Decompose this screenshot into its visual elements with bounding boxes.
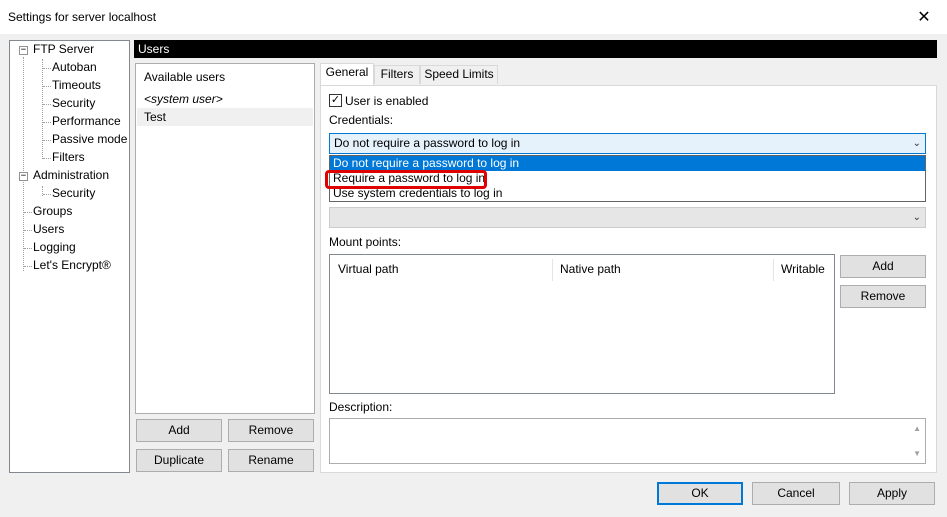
tree-item-lets-encrypt[interactable]: Let's Encrypt®: [33, 257, 111, 274]
description-label: Description:: [329, 400, 393, 414]
tree-item-label: Let's Encrypt®: [33, 258, 111, 272]
tree-item-passive-mode[interactable]: Passive mode: [52, 131, 127, 148]
close-icon[interactable]: ✕: [901, 0, 947, 34]
tree-connector: [43, 194, 51, 195]
section-header: Users: [134, 40, 937, 58]
chevron-down-icon: ⌄: [912, 212, 921, 223]
credentials-value: Do not require a password to log in: [334, 136, 521, 150]
mount-points-list[interactable]: Virtual path Native path Writable: [329, 254, 835, 394]
description-textarea[interactable]: ▲ ▼: [329, 418, 926, 464]
user-enabled-label: User is enabled: [345, 94, 429, 108]
tree-item-filters[interactable]: Filters: [52, 149, 85, 166]
tree-item-logging[interactable]: Logging: [33, 239, 76, 256]
window-title: Settings for server localhost: [8, 10, 157, 24]
tree-connector: [24, 230, 32, 231]
tree-item-security[interactable]: Security: [52, 95, 95, 112]
column-header-native-path[interactable]: Native path: [553, 259, 774, 281]
add-user-button[interactable]: Add: [136, 419, 222, 442]
secondary-select[interactable]: ⌄: [329, 207, 926, 228]
tree-item-autoban[interactable]: Autoban: [52, 59, 97, 76]
mount-points-label: Mount points:: [329, 235, 402, 249]
ok-button[interactable]: OK: [657, 482, 743, 505]
rename-user-button[interactable]: Rename: [228, 449, 314, 472]
tree-item-label: Administration: [33, 168, 110, 182]
tree-connector: [24, 266, 32, 267]
credentials-select[interactable]: Do not require a password to log in ⌄: [329, 133, 926, 154]
tree-item-timeouts[interactable]: Timeouts: [52, 77, 101, 94]
tree-item-groups[interactable]: Groups: [33, 203, 72, 220]
tree-connector: [24, 212, 32, 213]
tree-item-label: Autoban: [52, 60, 97, 74]
chevron-down-icon: ⌄: [912, 138, 921, 149]
tree-connector: [43, 104, 51, 105]
tree-connector: [43, 68, 51, 69]
tab-general[interactable]: General: [320, 63, 374, 85]
tree-item-label: Timeouts: [52, 78, 101, 92]
mount-remove-button[interactable]: Remove: [840, 285, 926, 308]
tree-connector: [43, 140, 51, 141]
tree-item-label: Security: [52, 96, 96, 110]
collapse-icon[interactable]: −: [19, 172, 28, 181]
tree-connector: [24, 248, 32, 249]
tree-item-ftp-server[interactable]: FTP Server: [33, 41, 94, 58]
tree-item-performance[interactable]: Performance: [52, 113, 121, 130]
list-header: Available users: [144, 70, 226, 84]
title-bar: Settings for server localhost ✕: [0, 0, 947, 34]
tree-connector: [43, 86, 51, 87]
tree-item-label: Security: [52, 186, 96, 200]
tree-connector: [23, 57, 24, 271]
scroll-down-icon[interactable]: ▼: [913, 449, 921, 458]
tree-item-admin-security[interactable]: Security: [52, 185, 95, 202]
cancel-button[interactable]: Cancel: [752, 482, 840, 505]
tree-item-label: Performance: [52, 114, 121, 128]
tree-item-administration[interactable]: Administration: [33, 167, 109, 184]
tree-item-label: Users: [33, 222, 65, 236]
highlight-annotation: [325, 170, 487, 189]
tree-connector: [43, 122, 51, 123]
tree-item-users[interactable]: Users: [33, 221, 65, 238]
tree-connector: [42, 59, 43, 159]
column-header-virtual-path[interactable]: Virtual path: [331, 259, 553, 281]
tree-item-label: Groups: [33, 204, 73, 218]
dropdown-option-no-password[interactable]: Do not require a password to log in: [330, 156, 925, 171]
users-list[interactable]: Available users <system user> Test: [135, 63, 315, 414]
tree-item-label: Logging: [33, 240, 76, 254]
scroll-up-icon[interactable]: ▲: [913, 424, 921, 433]
user-enabled-checkbox[interactable]: ✓: [329, 94, 342, 107]
collapse-icon[interactable]: −: [19, 46, 28, 55]
settings-tree: − FTP Server Autoban Timeouts Security P…: [9, 40, 130, 473]
tree-item-label: Filters: [52, 150, 85, 164]
list-item[interactable]: <system user>: [137, 90, 313, 108]
tree-item-label: Passive mode: [52, 132, 128, 146]
column-header-writable[interactable]: Writable: [774, 259, 834, 281]
tab-speed-limits[interactable]: Speed Limits: [420, 65, 498, 84]
list-item[interactable]: Test: [137, 108, 313, 126]
duplicate-user-button[interactable]: Duplicate: [136, 449, 222, 472]
tree-connector: [43, 158, 51, 159]
tree-item-label: FTP Server: [33, 42, 95, 56]
apply-button[interactable]: Apply: [849, 482, 935, 505]
tab-filters[interactable]: Filters: [374, 65, 420, 84]
remove-user-button[interactable]: Remove: [228, 419, 314, 442]
mount-add-button[interactable]: Add: [840, 255, 926, 278]
credentials-label: Credentials:: [329, 113, 394, 127]
